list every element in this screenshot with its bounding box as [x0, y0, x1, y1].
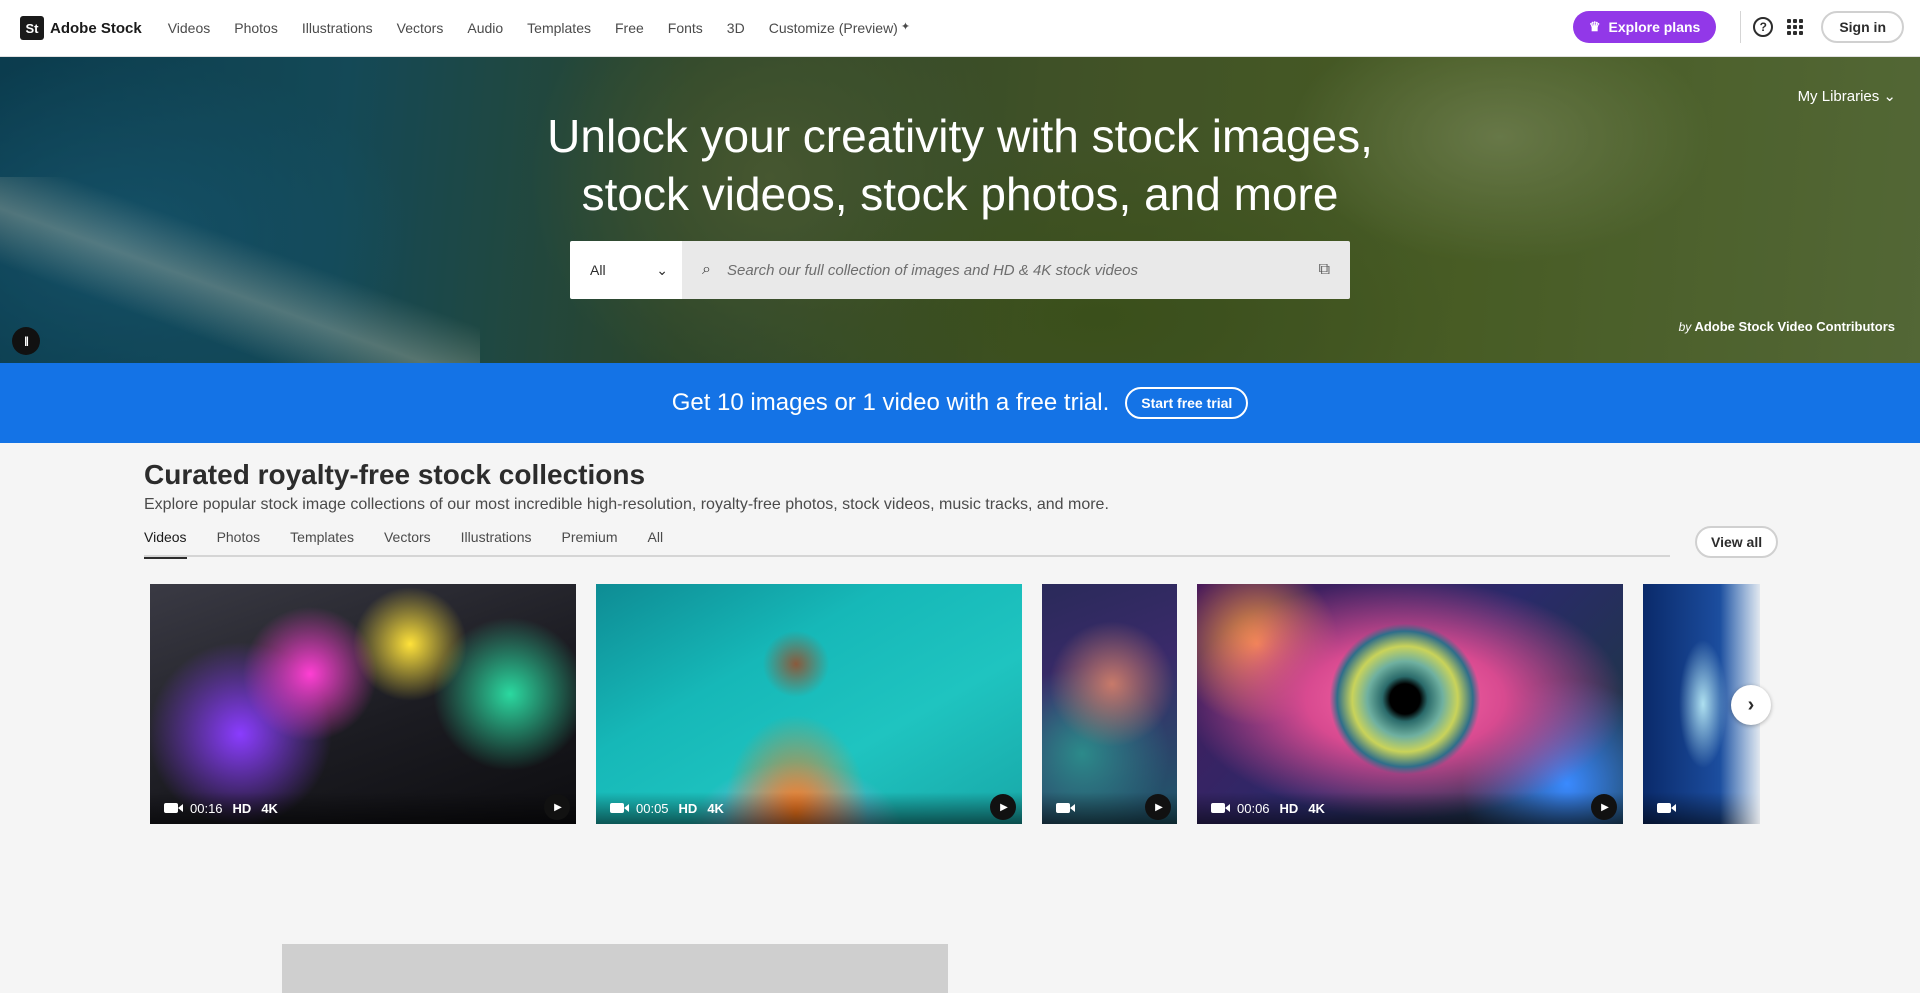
main-menu: Videos Photos Illustrations Vectors Audi… [156, 20, 922, 36]
nav-item-vectors[interactable]: Vectors [397, 20, 444, 36]
play-icon[interactable]: ▶ [1145, 794, 1171, 820]
collections-title: Curated royalty-free stock collections [144, 459, 646, 490]
nav-item-3d[interactable]: 3D [727, 20, 745, 36]
credit-by: by [1678, 320, 1692, 334]
video-card[interactable]: ▶ [1042, 584, 1177, 824]
collections-description: Explore popular stock image collections … [144, 496, 1109, 513]
search-field: ⌕ ⧉ [682, 241, 1350, 299]
video-card-meta: 00:16 HD 4K [150, 792, 576, 824]
video-camera-icon [1211, 803, 1230, 813]
hero-title-line-1: Unlock your creativity with stock images… [547, 110, 1373, 162]
hd-badge: HD [232, 800, 252, 816]
tab-all[interactable]: All [648, 527, 664, 557]
4k-badge: 4K [1308, 800, 1325, 816]
nav-item-photos[interactable]: Photos [234, 20, 278, 36]
free-trial-banner: Get 10 images or 1 video with a free tri… [0, 363, 1920, 443]
search-input[interactable] [726, 261, 1319, 279]
4k-badge: 4K [261, 800, 278, 816]
search-icon: ⌕ [702, 261, 711, 278]
tab-vectors[interactable]: Vectors [384, 527, 431, 557]
video-card[interactable]: 00:06 HD 4K ▶ [1197, 584, 1623, 824]
carousel-next-chevron-icon[interactable]: › [1731, 685, 1771, 725]
tab-templates[interactable]: Templates [290, 527, 354, 557]
nav-divider [1740, 11, 1742, 43]
sparkle-icon: ✦ [900, 21, 911, 33]
explore-plans-label: Explore plans [1608, 19, 1701, 35]
video-camera-icon [164, 803, 183, 813]
video-camera-icon [1056, 803, 1075, 813]
nav-item-customize[interactable]: Customize (Preview) ✦ [769, 20, 910, 36]
hero-credit: by Adobe Stock Video Contributors [1679, 319, 1895, 334]
free-trial-text: Get 10 images or 1 video with a free tri… [671, 389, 1110, 416]
tab-photos[interactable]: Photos [217, 527, 261, 557]
video-duration: 00:16 [190, 800, 223, 816]
nav-item-audio[interactable]: Audio [467, 20, 503, 36]
explore-plans-button[interactable]: ♛ Explore plans [1572, 11, 1717, 43]
hero-title: Unlock your creativity with stock images… [0, 107, 1920, 223]
play-icon[interactable]: ▶ [1591, 794, 1617, 820]
my-libraries-dropdown[interactable]: My Libraries ⌄ [1798, 87, 1896, 105]
hero-banner: Unlock your creativity with stock images… [0, 57, 1920, 363]
video-camera-icon [1657, 803, 1676, 813]
tab-illustrations[interactable]: Illustrations [461, 527, 532, 557]
hd-badge: HD [1279, 800, 1299, 816]
nav-item-customize-label: Customize (Preview) [768, 20, 898, 36]
sign-in-button[interactable]: Sign in [1821, 11, 1904, 43]
pause-video-button[interactable]: || [12, 327, 40, 355]
nav-item-videos[interactable]: Videos [168, 20, 211, 36]
video-card[interactable]: 00:05 HD 4K ▶ [596, 584, 1022, 824]
nav-item-free[interactable]: Free [615, 20, 644, 36]
brand-name: Adobe Stock [50, 19, 142, 37]
play-icon[interactable]: ▶ [544, 794, 570, 820]
hero-title-line-2: stock videos, stock photos, and more [581, 168, 1339, 220]
play-icon[interactable]: ▶ [990, 794, 1016, 820]
4k-badge: 4K [707, 800, 724, 816]
search-bar: All ⌄ ⌕ ⧉ [570, 241, 1350, 299]
hd-badge: HD [678, 800, 698, 816]
search-scope-select[interactable]: All ⌄ [570, 241, 682, 299]
chevron-down-icon: ⌄ [1883, 88, 1896, 105]
visual-search-icon[interactable]: ⧉ [1319, 261, 1330, 279]
nav-item-templates[interactable]: Templates [527, 20, 591, 36]
collection-tabs: Videos Photos Templates Vectors Illustra… [144, 527, 1670, 559]
nav-item-fonts[interactable]: Fonts [668, 20, 703, 36]
video-duration: 00:05 [636, 800, 669, 816]
start-free-trial-button[interactable]: Start free trial [1125, 387, 1249, 419]
crown-icon: ♛ [1588, 19, 1601, 34]
apps-grid-icon[interactable] [1787, 19, 1804, 35]
tab-videos[interactable]: Videos [144, 527, 187, 559]
top-navigation: St Adobe Stock Videos Photos Illustratio… [0, 0, 1920, 57]
video-card[interactable]: 00:16 HD 4K ▶ [150, 584, 576, 824]
video-duration: 00:06 [1237, 800, 1270, 816]
brand[interactable]: St Adobe Stock [20, 16, 142, 40]
help-icon[interactable]: ? [1753, 17, 1774, 37]
nav-actions: ♛ Explore plans ? Sign in [1572, 11, 1904, 43]
my-libraries-label: My Libraries [1797, 88, 1880, 105]
video-card-meta: 00:05 HD 4K [596, 792, 1022, 824]
credit-name: Adobe Stock Video Contributors [1694, 319, 1895, 334]
search-scope-value: All [590, 262, 606, 278]
video-carousel: 00:16 HD 4K ▶ 00:05 HD 4K ▶ ▶ 00:06 HD 4… [150, 584, 1760, 824]
nav-item-illustrations[interactable]: Illustrations [302, 20, 373, 36]
view-all-button[interactable]: View all [1695, 526, 1779, 558]
video-camera-icon [610, 803, 629, 813]
chevron-down-icon: ⌄ [656, 261, 668, 278]
adobe-stock-logo: St [20, 16, 44, 40]
video-card-meta: 00:06 HD 4K [1197, 792, 1623, 824]
loading-placeholder [282, 944, 948, 993]
tab-premium[interactable]: Premium [561, 527, 617, 557]
